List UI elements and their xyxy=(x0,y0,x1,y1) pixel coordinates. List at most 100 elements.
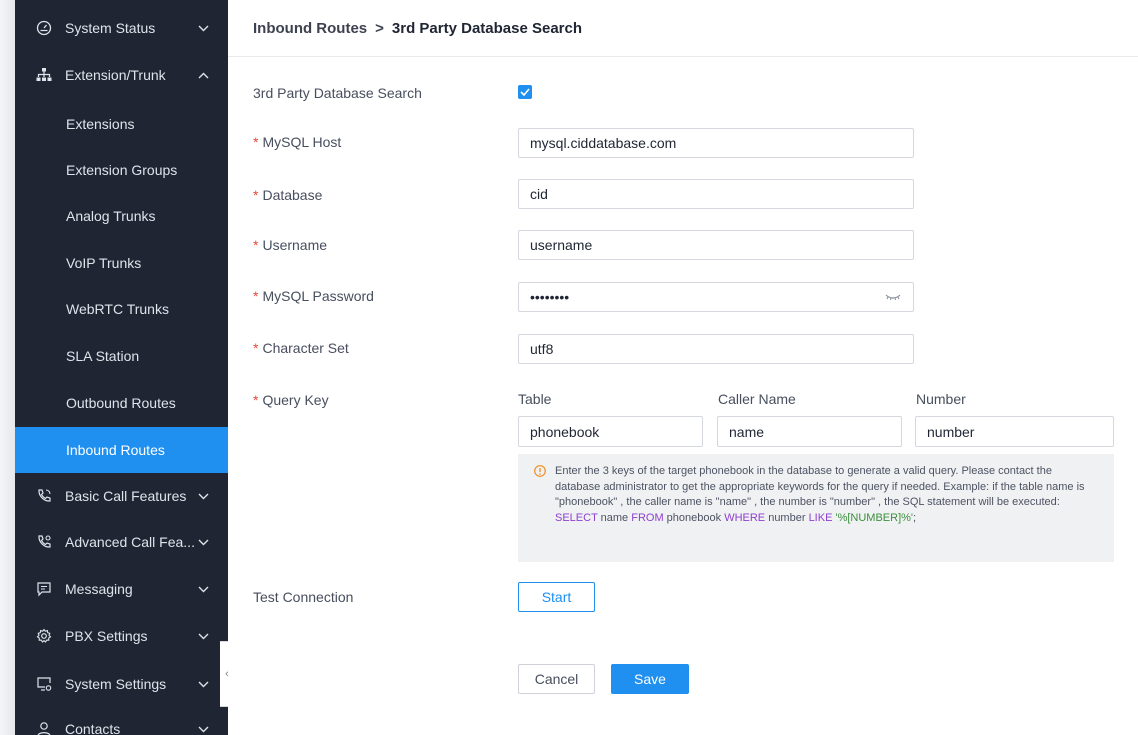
sidebar-item-label: Inbound Routes xyxy=(66,442,165,458)
breadcrumb-separator: > xyxy=(375,20,384,37)
chevron-down-icon xyxy=(196,535,210,549)
sidebar-item-outbound-routes[interactable]: Outbound Routes xyxy=(15,380,228,426)
save-button[interactable]: Save xyxy=(611,664,689,694)
required-mark: * xyxy=(253,392,259,408)
sitemap-icon xyxy=(35,66,53,84)
sidebar-item-label: Advanced Call Fea... xyxy=(65,534,195,550)
sql-text: ; xyxy=(913,511,917,524)
sidebar-item-label: WebRTC Trunks xyxy=(66,301,169,317)
gauge-icon xyxy=(35,19,53,37)
breadcrumb-current: 3rd Party Database Search xyxy=(391,20,583,37)
sidebar-item-extensions[interactable]: Extensions xyxy=(15,101,228,147)
start-button[interactable]: Start xyxy=(518,582,595,612)
charset-label: * Character Set xyxy=(253,340,349,356)
mysql-host-input[interactable]: mysql.ciddatabase.com xyxy=(518,128,914,158)
sidebar-item-label: System Settings xyxy=(65,676,167,692)
sidebar-item-label: Contacts xyxy=(65,721,121,735)
page-header: Inbound Routes >3rd Party Database Search xyxy=(228,0,1138,57)
sidebar-item-label: Extensions xyxy=(66,116,135,132)
number-key-input[interactable]: number xyxy=(915,416,1114,447)
database-label: * Database xyxy=(253,187,322,203)
sidebar-item-label: Basic Call Features xyxy=(65,488,187,504)
sql-keyword: SELECT xyxy=(555,511,598,524)
required-mark: * xyxy=(253,237,259,253)
required-mark: * xyxy=(253,187,259,203)
sidebar: System Status Extension/Trunk Extensions… xyxy=(15,0,228,735)
sidebar-item-pbx-settings[interactable]: PBX Settings xyxy=(15,613,228,659)
sql-text: number xyxy=(765,511,809,524)
info-text: Enter the 3 keys of the target phonebook… xyxy=(555,465,1085,508)
sql-value: '%[NUMBER]%' xyxy=(832,511,914,524)
chevron-down-icon xyxy=(196,722,210,735)
charset-value: utf8 xyxy=(530,341,554,357)
info-icon xyxy=(534,465,546,477)
mysql-password-input[interactable]: •••••••• xyxy=(518,282,914,312)
sidebar-item-sla-station[interactable]: SLA Station xyxy=(15,333,228,379)
chevron-down-icon xyxy=(196,582,210,596)
sidebar-item-label: Messaging xyxy=(65,581,133,597)
password-label: * MySQL Password xyxy=(253,288,374,304)
sidebar-item-voip-trunks[interactable]: VoIP Trunks xyxy=(15,240,228,286)
username-value: username xyxy=(530,237,593,253)
breadcrumb-parent[interactable]: Inbound Routes xyxy=(253,20,367,37)
gear-icon xyxy=(35,627,53,645)
sidebar-item-label: Analog Trunks xyxy=(66,208,156,224)
sql-text: phonebook xyxy=(663,511,725,524)
caller-name-key-value: name xyxy=(729,423,765,440)
required-mark: * xyxy=(253,340,259,356)
sidebar-item-label: VoIP Trunks xyxy=(66,255,142,271)
required-mark: * xyxy=(253,288,259,304)
chevron-down-icon xyxy=(196,629,210,643)
sidebar-item-extension-groups[interactable]: Extension Groups xyxy=(15,147,228,193)
caller-name-column-header: Caller Name xyxy=(718,391,796,407)
sidebar-item-label: System Status xyxy=(65,20,156,36)
enable-label: 3rd Party Database Search xyxy=(253,85,422,101)
phone-icon xyxy=(35,487,53,505)
username-label: * Username xyxy=(253,237,327,253)
chevron-up-icon xyxy=(196,68,210,82)
number-key-value: number xyxy=(927,423,975,440)
table-key-input[interactable]: phonebook xyxy=(518,416,703,447)
query-key-label-text: Query Key xyxy=(262,392,329,408)
message-icon xyxy=(35,580,53,598)
enable-checkbox[interactable] xyxy=(518,85,532,99)
query-key-label: * Query Key xyxy=(253,392,329,408)
test-connection-label: Test Connection xyxy=(253,589,354,605)
sidebar-item-analog-trunks[interactable]: Analog Trunks xyxy=(15,193,228,239)
caller-name-key-input[interactable]: name xyxy=(717,416,902,447)
sidebar-item-label: Outbound Routes xyxy=(66,395,176,411)
cancel-button[interactable]: Cancel xyxy=(518,664,595,694)
mysql-host-value: mysql.ciddatabase.com xyxy=(530,135,677,151)
query-key-info: Enter the 3 keys of the target phonebook… xyxy=(518,454,1114,562)
charset-input[interactable]: utf8 xyxy=(518,334,914,364)
sql-keyword: FROM xyxy=(631,511,664,524)
database-input[interactable]: cid xyxy=(518,179,914,209)
sidebar-item-contacts[interactable]: Contacts xyxy=(15,706,228,735)
sidebar-item-basic-call-features[interactable]: Basic Call Features xyxy=(15,473,228,519)
sidebar-item-system-settings[interactable]: System Settings xyxy=(15,661,228,707)
sidebar-item-inbound-routes[interactable]: Inbound Routes xyxy=(15,427,228,473)
sidebar-item-system-status[interactable]: System Status xyxy=(15,5,228,51)
username-input[interactable]: username xyxy=(518,230,914,260)
sidebar-item-label: PBX Settings xyxy=(65,628,148,644)
eye-closed-icon[interactable] xyxy=(885,291,901,303)
username-label-text: Username xyxy=(262,237,328,253)
sidebar-item-webrtc-trunks[interactable]: WebRTC Trunks xyxy=(15,286,228,332)
main-content: Inbound Routes >3rd Party Database Search… xyxy=(228,0,1138,735)
chevron-down-icon xyxy=(196,21,210,35)
chevron-down-icon xyxy=(196,677,210,691)
table-key-value: phonebook xyxy=(530,423,600,440)
sidebar-item-messaging[interactable]: Messaging xyxy=(15,566,228,612)
host-label: * MySQL Host xyxy=(253,134,341,150)
sidebar-item-advanced-call-features[interactable]: Advanced Call Fea... xyxy=(15,519,228,565)
breadcrumb: Inbound Routes >3rd Party Database Search xyxy=(253,20,582,37)
sidebar-item-label: Extension/Trunk xyxy=(65,67,166,83)
chevron-down-icon xyxy=(196,489,210,503)
password-value: •••••••• xyxy=(530,289,570,305)
monitor-gear-icon xyxy=(35,675,53,693)
sql-text: name xyxy=(597,511,632,524)
host-label-text: MySQL Host xyxy=(262,134,342,150)
table-column-header: Table xyxy=(518,391,552,407)
sidebar-item-extension-trunk[interactable]: Extension/Trunk xyxy=(15,52,228,98)
contact-icon xyxy=(35,720,53,735)
